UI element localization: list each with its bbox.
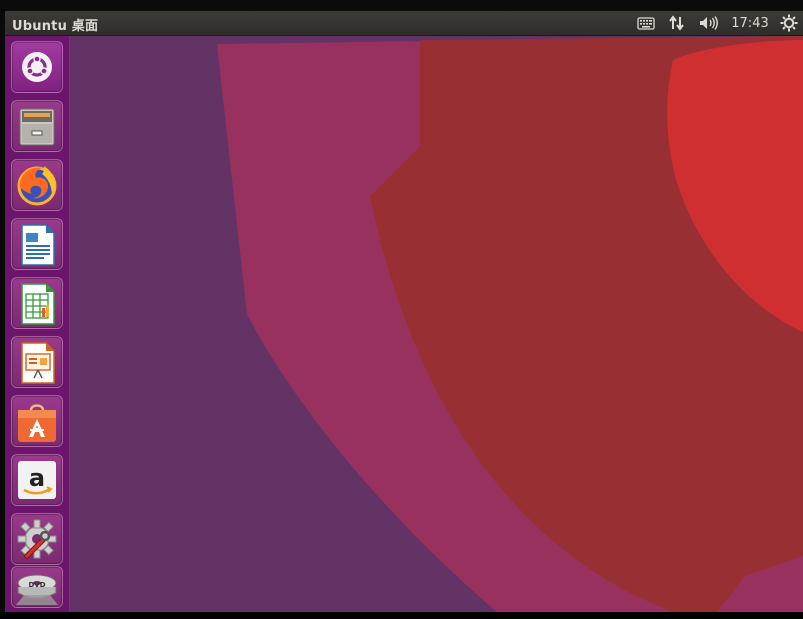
clock-label: 17:43: [731, 15, 769, 31]
desktop-title: Ubuntu 桌面: [12, 19, 99, 34]
settings-wrench-icon: [17, 519, 57, 560]
launcher-item-amazon[interactable]: a: [11, 454, 63, 506]
desktop-wallpaper: [5, 36, 803, 612]
launcher-item-files[interactable]: [11, 100, 63, 152]
software-bag-icon: [18, 404, 56, 442]
launcher-item-ubuntu-software[interactable]: [11, 395, 63, 447]
calc-spreadsheet-icon: [21, 283, 55, 325]
launcher-item-libreoffice-calc[interactable]: [11, 277, 63, 329]
bottom-edge: [0, 612, 803, 619]
keyboard-icon[interactable]: [633, 11, 659, 35]
writer-document-icon: [21, 224, 55, 266]
clock[interactable]: 17:43: [729, 11, 771, 35]
system-settings-icon[interactable]: [777, 11, 801, 35]
launcher-item-libreoffice-writer[interactable]: [11, 218, 63, 270]
impress-presentation-icon: [21, 342, 55, 384]
file-cabinet-icon: [19, 108, 55, 146]
launcher-item-libreoffice-impress[interactable]: [11, 336, 63, 388]
desktop-screen: Ubuntu 桌面 17:43 a DVD: [0, 0, 803, 619]
amazon-icon: a: [18, 461, 56, 499]
launcher-item-dvd[interactable]: DVD: [11, 566, 63, 608]
top-panel: Ubuntu 桌面 17:43: [5, 11, 803, 36]
ubuntu-logo-icon: [22, 52, 52, 82]
network-icon[interactable]: [665, 11, 689, 35]
launcher: a DVD: [5, 36, 70, 612]
dvd-icon: DVD: [16, 574, 58, 605]
svg-text:a: a: [29, 464, 45, 492]
launcher-item-ubuntu-dash[interactable]: [11, 41, 63, 93]
launcher-item-system-settings[interactable]: [11, 513, 63, 565]
launcher-item-firefox[interactable]: [11, 159, 63, 211]
volume-icon[interactable]: [695, 11, 723, 35]
firefox-icon: [17, 166, 57, 206]
